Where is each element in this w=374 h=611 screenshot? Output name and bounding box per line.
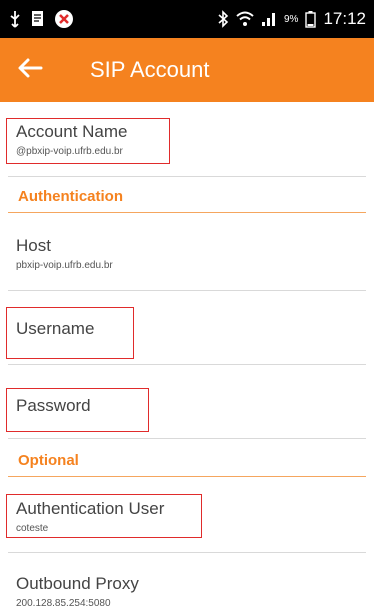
highlight-box-account (6, 118, 170, 164)
status-time: 17:12 (323, 9, 366, 28)
host-row[interactable]: Host pbxip-voip.ufrb.edu.br (16, 236, 358, 271)
usb-icon (8, 10, 22, 28)
wifi-icon (236, 11, 254, 27)
signal-icon (261, 11, 277, 27)
divider (8, 438, 366, 439)
divider (8, 552, 366, 553)
host-value: pbxip-voip.ufrb.edu.br (16, 260, 113, 271)
back-button[interactable] (0, 38, 60, 102)
divider (8, 290, 366, 291)
highlight-box-password (6, 388, 149, 432)
outbound-proxy-row[interactable]: Outbound Proxy 200.128.85.254:5080 (16, 574, 358, 609)
divider (8, 176, 366, 177)
page-title: SIP Account (90, 57, 210, 82)
back-arrow-icon (17, 57, 43, 84)
document-icon (30, 10, 46, 28)
section-header-authentication: Authentication (18, 188, 123, 205)
divider (8, 364, 366, 365)
battery-icon (305, 10, 317, 28)
error-icon (54, 9, 74, 29)
host-label: Host (16, 236, 51, 255)
status-bar: 9% 17:12 (0, 0, 374, 38)
section-divider (8, 212, 366, 213)
section-divider (8, 476, 366, 477)
section-header-optional: Optional (18, 452, 79, 469)
battery-percent: 9% (284, 13, 299, 25)
app-bar: SIP Account (0, 38, 374, 102)
outbound-proxy-label: Outbound Proxy (16, 574, 139, 593)
highlight-box-auth-user (6, 494, 202, 538)
outbound-proxy-value: 200.128.85.254:5080 (16, 598, 111, 609)
bluetooth-icon (217, 10, 229, 28)
highlight-box-username (6, 307, 134, 359)
